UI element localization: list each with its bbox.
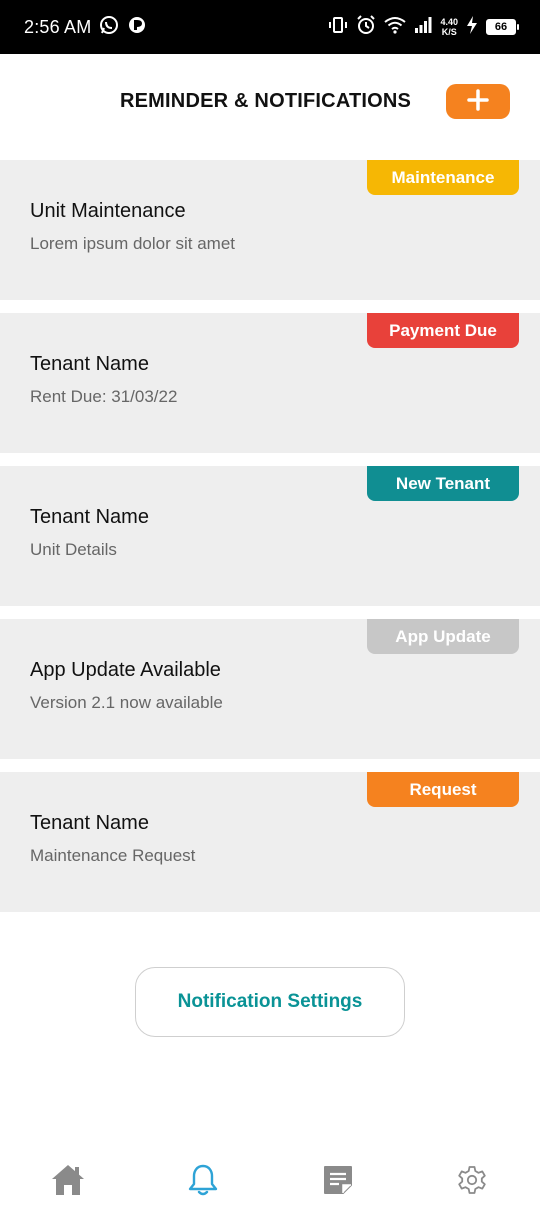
notification-title: App Update Available — [30, 659, 221, 681]
nav-notifications[interactable] — [183, 1162, 223, 1202]
notification-subtitle: Unit Details — [30, 540, 117, 559]
status-left: 2:56 AM — [24, 15, 147, 40]
notification-title: Tenant Name — [30, 506, 149, 528]
nav-notes[interactable] — [318, 1162, 358, 1202]
notes-icon — [322, 1164, 354, 1201]
notification-settings-button[interactable]: Notification Settings — [135, 967, 405, 1037]
status-bar: 2:56 AM 4.40 K/S 66 — [0, 0, 540, 54]
home-icon — [50, 1163, 86, 1202]
bottom-nav — [0, 1150, 540, 1214]
network-speed: 4.40 K/S — [440, 17, 458, 37]
battery-icon: 66 — [486, 19, 519, 35]
wifi-icon — [384, 16, 407, 39]
notification-subtitle: Rent Due: 31/03/22 — [30, 387, 178, 406]
notification-title: Tenant Name — [30, 812, 149, 834]
notification-card-new-tenant[interactable]: New Tenant Tenant Name Unit Details — [0, 466, 540, 606]
page-title: REMINDER & NOTIFICATIONS — [120, 90, 412, 112]
header: REMINDER & NOTIFICATIONS — [0, 54, 540, 150]
nav-home[interactable] — [48, 1162, 88, 1202]
badge-new-tenant: New Tenant — [367, 466, 519, 501]
gear-icon — [457, 1165, 487, 1200]
speed-unit: K/S — [441, 27, 457, 37]
notification-card-payment-due[interactable]: Payment Due Tenant Name Rent Due: 31/03/… — [0, 313, 540, 453]
charging-icon — [466, 15, 478, 39]
notification-title: Unit Maintenance — [30, 200, 186, 222]
alarm-icon — [356, 14, 376, 40]
notification-card-request[interactable]: Request Tenant Name Maintenance Request — [0, 772, 540, 912]
app-notification-icon — [127, 15, 147, 40]
badge-request: Request — [367, 772, 519, 807]
notification-subtitle: Lorem ipsum dolor sit amet — [30, 234, 236, 253]
notification-subtitle: Version 2.1 now available — [30, 693, 223, 712]
notification-card-maintenance[interactable]: Maintenance Unit Maintenance Lorem ipsum… — [0, 160, 540, 300]
notification-card-app-update[interactable]: App Update App Update Available Version … — [0, 619, 540, 759]
signal-icon — [414, 16, 432, 38]
speed-value: 4.40 — [440, 17, 458, 27]
plus-icon — [467, 89, 489, 114]
add-notification-button[interactable] — [446, 84, 510, 119]
vibrate-icon — [328, 16, 348, 39]
status-right: 4.40 K/S 66 — [328, 14, 519, 40]
nav-settings[interactable] — [452, 1162, 492, 1202]
badge-app-update: App Update — [367, 619, 519, 654]
badge-maintenance: Maintenance — [367, 160, 519, 195]
notification-title: Tenant Name — [30, 353, 149, 375]
badge-payment-due: Payment Due — [367, 313, 519, 348]
bell-icon — [187, 1163, 219, 1202]
whatsapp-icon — [99, 15, 119, 40]
status-time: 2:56 AM — [24, 16, 92, 37]
notification-subtitle: Maintenance Request — [30, 846, 196, 865]
